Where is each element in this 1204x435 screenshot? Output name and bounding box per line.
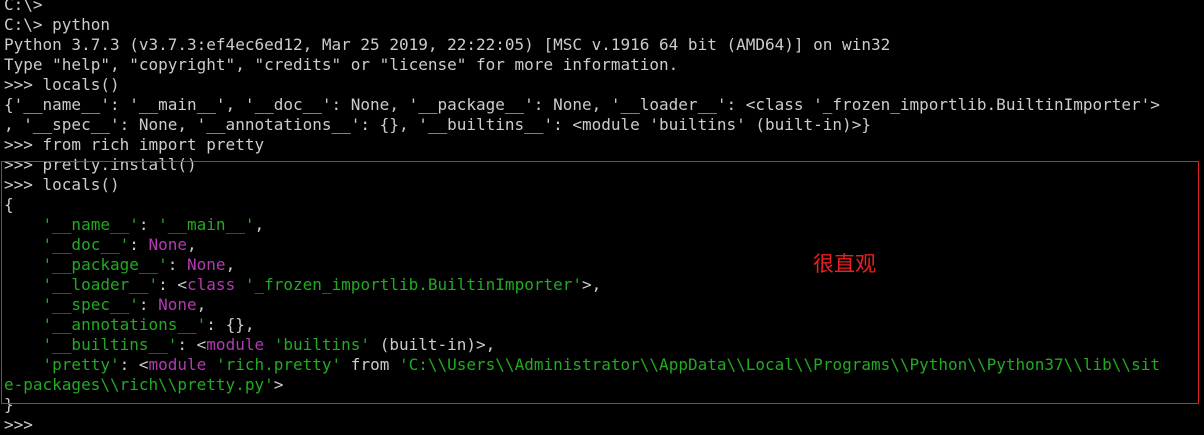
terminal-line: '__package__': None, [4, 255, 1204, 275]
text-token: : [138, 215, 159, 234]
string-literal: '__package__' [42, 255, 168, 274]
string-literal: '__builtins__' [42, 335, 178, 354]
text-token: : [129, 235, 149, 254]
text-token: : {}, [206, 315, 255, 334]
text-token: , [254, 215, 265, 234]
text-token: : < [177, 335, 207, 354]
text-token: : [138, 295, 159, 314]
text-token: , [187, 235, 197, 254]
string-literal: '__main__' [158, 215, 255, 234]
string-literal: '__doc__' [42, 235, 130, 254]
text-token: from [341, 355, 399, 374]
terminal-line: 'pretty': <module 'rich.pretty' from 'C:… [4, 355, 1204, 375]
string-literal: 'rich.pretty' [215, 355, 342, 374]
string-literal: '_frozen_importlib.BuiltinImporter' [244, 275, 582, 294]
terminal-line: { [4, 195, 1204, 215]
text-token: { [4, 195, 14, 214]
text-token: } [4, 395, 14, 414]
string-literal: '__name__' [42, 215, 139, 234]
terminal-line: >>> [4, 415, 1204, 435]
text-token: , [196, 295, 207, 314]
string-literal: 'builtins' [273, 335, 371, 354]
text-token: >>> locals() [4, 175, 120, 194]
terminal-line: C:\> python [4, 15, 1204, 35]
keyword-token: module [206, 335, 265, 354]
string-literal: '__annotations__' [42, 315, 207, 334]
keyword-token: None [187, 255, 226, 274]
string-literal: 'pretty' [42, 355, 120, 374]
string-literal: '__loader__' [42, 275, 159, 294]
terminal-line: e-packages\\rich\\pretty.py'> [4, 375, 1204, 395]
text-token: > [273, 375, 284, 394]
text-token: >>> locals() [4, 75, 120, 94]
text-token: : < [119, 355, 149, 374]
text-token: , [225, 255, 236, 274]
text-token: (built-in)>, [370, 335, 496, 354]
text-token: , '__spec__': None, '__annotations__': {… [4, 115, 871, 134]
terminal-line: >>> locals() [4, 75, 1204, 95]
text-token: : [167, 255, 188, 274]
terminal-line: '__name__': '__main__', [4, 215, 1204, 235]
terminal-line: '__loader__': <class '_frozen_importlib.… [4, 275, 1204, 295]
text-token: C:\> python [4, 15, 110, 34]
terminal-line: Type "help", "copyright", "credits" or "… [4, 55, 1204, 75]
string-literal: e-packages\\rich\\pretty.py' [4, 375, 274, 394]
text-token: : < [158, 275, 188, 294]
terminal-line: >>> locals() [4, 175, 1204, 195]
terminal-line: } [4, 395, 1204, 415]
keyword-token: None [158, 295, 197, 314]
terminal-line: >>> from rich import pretty [4, 135, 1204, 155]
terminal-line: '__doc__': None, [4, 235, 1204, 255]
text-token: Python 3.7.3 (v3.7.3:ef4ec6ed12, Mar 25 … [4, 35, 891, 54]
terminal-line: '__spec__': None, [4, 295, 1204, 315]
terminal-line: C:\> [4, 0, 1204, 15]
keyword-token: class [187, 275, 236, 294]
keyword-token: module [148, 355, 207, 374]
text-token: Type "help", "copyright", "credits" or "… [4, 55, 679, 74]
terminal-line: '__annotations__': {}, [4, 315, 1204, 335]
annotation-text: 很直观 [813, 252, 876, 276]
terminal-line: Python 3.7.3 (v3.7.3:ef4ec6ed12, Mar 25 … [4, 35, 1204, 55]
text-token: {'__name__': '__main__', '__doc__': None… [4, 95, 1160, 114]
terminal-output[interactable]: C:\> C:\> python Python 3.7.3 (v3.7.3:ef4e… [4, 0, 1204, 435]
text-token: C:\> [4, 0, 43, 14]
terminal-line: {'__name__': '__main__', '__doc__': None… [4, 95, 1204, 115]
text-token: >>> from rich import pretty [4, 135, 265, 154]
string-literal: 'C:\\Users\\Administrator\\AppData\\Loca… [398, 355, 1160, 374]
terminal-line: , '__spec__': None, '__annotations__': {… [4, 115, 1204, 135]
terminal-line: '__builtins__': <module 'builtins' (buil… [4, 335, 1204, 355]
text-token: >>> [4, 415, 33, 434]
text-token: >>> pretty.install() [4, 155, 197, 174]
string-literal: '__spec__' [42, 295, 139, 314]
terminal-line: >>> pretty.install() [4, 155, 1204, 175]
text-token: >, [582, 275, 602, 294]
keyword-token: None [148, 235, 188, 254]
